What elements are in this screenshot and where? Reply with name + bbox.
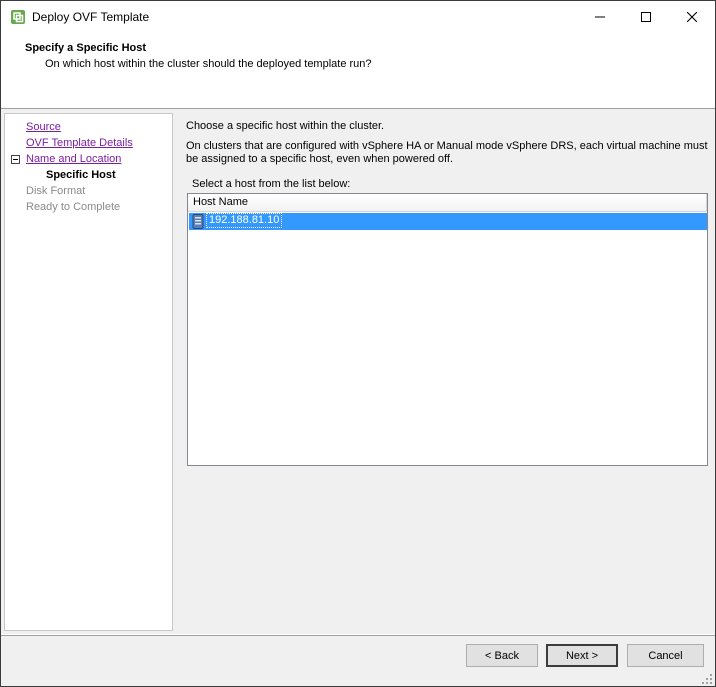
- cancel-button[interactable]: Cancel: [627, 644, 704, 667]
- minimize-button[interactable]: [577, 1, 623, 33]
- description-line-2: be assigned to a specific host, even whe…: [186, 153, 454, 165]
- maximize-icon: [641, 12, 651, 22]
- content-pane: Choose a specific host within the cluste…: [186, 109, 711, 629]
- wizard-footer: < Back Next > Cancel: [1, 635, 715, 686]
- vsphere-app-icon: [11, 10, 25, 24]
- nav-step-ready-to-complete: Ready to Complete: [26, 201, 121, 213]
- resize-grip-icon[interactable]: [701, 673, 713, 685]
- nav-step-source[interactable]: Source: [26, 121, 61, 133]
- host-row[interactable]: 192.188.81.10: [189, 213, 707, 230]
- minimize-icon: [595, 16, 605, 18]
- column-header-host-name[interactable]: Host Name: [188, 194, 707, 212]
- back-button[interactable]: < Back: [466, 644, 538, 667]
- page-title: Specify a Specific Host: [25, 42, 147, 54]
- title-bar: Deploy OVF Template: [1, 1, 715, 33]
- nav-step-ovf-template-details[interactable]: OVF Template Details: [26, 137, 133, 149]
- deploy-ovf-window: Deploy OVF Template Specify a Specific H…: [0, 0, 716, 687]
- next-button[interactable]: Next >: [546, 644, 618, 667]
- host-list-label: Select a host from the list below:: [192, 178, 351, 190]
- description-line-1: On clusters that are configured with vSp…: [186, 140, 708, 152]
- host-server-icon: [192, 214, 204, 229]
- wizard-header: Specify a Specific Host On which host wi…: [1, 33, 715, 109]
- nav-step-disk-format: Disk Format: [26, 185, 86, 197]
- close-icon: [687, 12, 697, 22]
- column-header-label: Host Name: [193, 196, 249, 208]
- nav-step-specific-host: Specific Host: [46, 169, 116, 181]
- collapse-icon[interactable]: [11, 155, 20, 164]
- intro-text: Choose a specific host within the cluste…: [186, 120, 385, 132]
- nav-step-name-and-location[interactable]: Name and Location: [26, 153, 121, 165]
- window-title: Deploy OVF Template: [32, 10, 150, 24]
- page-subtitle: On which host within the cluster should …: [45, 58, 372, 70]
- close-button[interactable]: [669, 1, 715, 33]
- host-name: 192.188.81.10: [205, 213, 283, 228]
- wizard-body: Source OVF Template Details Name and Loc…: [1, 109, 715, 634]
- host-list[interactable]: Host Name 192.188.81.10: [187, 193, 708, 466]
- column-separator[interactable]: [706, 194, 707, 211]
- wizard-steps-nav: Source OVF Template Details Name and Loc…: [4, 113, 173, 631]
- maximize-button[interactable]: [623, 1, 669, 33]
